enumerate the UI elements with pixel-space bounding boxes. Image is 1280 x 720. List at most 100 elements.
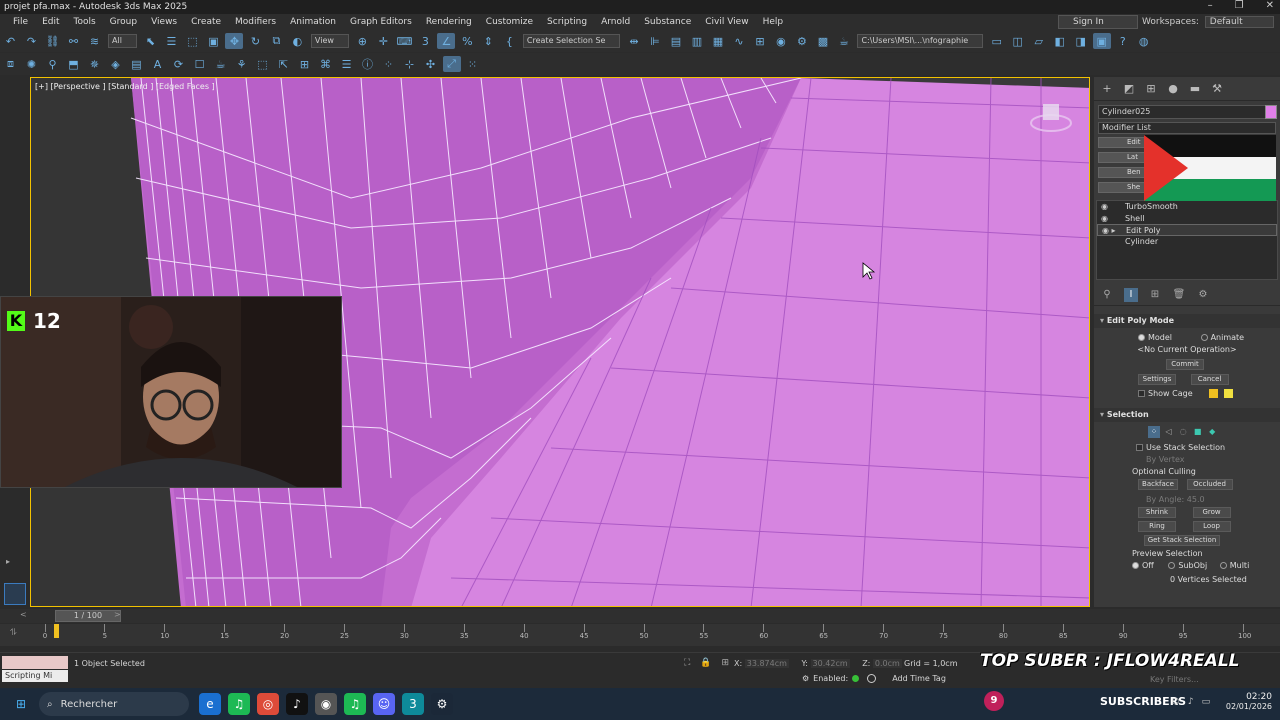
modifier-button-lattice[interactable]: Lat bbox=[1098, 152, 1148, 163]
autodesk-icon[interactable]: ◍ bbox=[1135, 33, 1153, 49]
commit-button[interactable]: Commit bbox=[1166, 359, 1204, 370]
snap-point-icon[interactable]: ⁘ bbox=[380, 56, 398, 72]
menu-edit[interactable]: Edit bbox=[35, 17, 66, 27]
maxscript-listener-pink[interactable] bbox=[2, 656, 68, 669]
key-filters-button[interactable]: Key Filters... bbox=[1150, 675, 1199, 684]
edge-mode-icon[interactable]: ◁ bbox=[1163, 426, 1175, 438]
create-light-icon[interactable]: ✺ bbox=[23, 56, 41, 72]
menu-file[interactable]: File bbox=[6, 17, 35, 27]
add-time-tag[interactable]: Add Time Tag bbox=[892, 674, 946, 683]
record-icon[interactable] bbox=[867, 674, 877, 683]
use-stack-selection-checkbox[interactable] bbox=[1136, 444, 1143, 451]
bind-space-warp-icon[interactable]: ≋ bbox=[86, 33, 104, 49]
scripting-mini-listener[interactable]: Scripting Mi bbox=[2, 670, 68, 682]
stack-item-edit-poly[interactable]: ◉ ▸ Edit Poly bbox=[1097, 224, 1277, 236]
helpers-icon[interactable]: ✵ bbox=[86, 56, 104, 72]
create-camera-icon[interactable]: ⬒ bbox=[65, 56, 83, 72]
steam-icon[interactable]: ⚙ bbox=[431, 693, 453, 715]
visibility-eye-icon[interactable]: ◉ bbox=[1101, 201, 1108, 212]
time-tag-icon[interactable]: ⚙ bbox=[802, 674, 809, 683]
spotify-2-icon[interactable]: ♫ bbox=[344, 693, 366, 715]
chrome-icon[interactable]: ◎ bbox=[257, 693, 279, 715]
cage-color-swatch-2[interactable] bbox=[1223, 389, 1233, 398]
modifier-button-shell[interactable]: She bbox=[1098, 182, 1148, 193]
text-tool-icon[interactable]: A bbox=[149, 56, 167, 72]
unlink-icon[interactable]: ⚯ bbox=[65, 33, 83, 49]
select-object-icon[interactable]: ⬉ bbox=[141, 33, 159, 49]
select-manipulate-icon[interactable]: ✛ bbox=[374, 33, 392, 49]
x-coordinate-field[interactable]: 33.874cm bbox=[744, 659, 789, 668]
close-button[interactable]: ✕ bbox=[1266, 0, 1274, 11]
network-icon[interactable]: ⌬ bbox=[1172, 697, 1180, 707]
ring-button[interactable]: Ring bbox=[1138, 521, 1176, 532]
modifier-button-edit[interactable]: Edit bbox=[1098, 137, 1148, 148]
info-icon[interactable]: ⓘ bbox=[359, 56, 377, 72]
selection-lock-icon[interactable]: 🔒 bbox=[700, 658, 711, 668]
get-stack-selection-button[interactable]: Get Stack Selection bbox=[1144, 535, 1220, 546]
track-bar-icon[interactable]: ⥮ bbox=[10, 628, 17, 638]
timeline-playhead[interactable] bbox=[54, 624, 59, 638]
tiktok-icon[interactable]: ♪ bbox=[286, 693, 308, 715]
menu-modifiers[interactable]: Modifiers bbox=[228, 17, 283, 27]
menu-views[interactable]: Views bbox=[144, 17, 184, 27]
viewport-preview-icon[interactable] bbox=[4, 583, 26, 605]
pin-stack-icon[interactable]: ⚲ bbox=[1100, 288, 1114, 302]
y-coordinate-field[interactable]: 30.42cm bbox=[810, 659, 850, 668]
render-production-icon[interactable]: ☕ bbox=[835, 33, 853, 49]
modify-tab-icon[interactable]: ◩ bbox=[1120, 81, 1138, 97]
animate-radio[interactable] bbox=[1200, 334, 1208, 341]
expand-icon[interactable]: ⤢ bbox=[442, 56, 461, 72]
backface-button[interactable]: Backface bbox=[1138, 479, 1178, 490]
preview-off-radio[interactable] bbox=[1132, 562, 1139, 569]
mirror-icon[interactable]: ⇹ bbox=[625, 33, 643, 49]
edit-poly-mode-header[interactable]: Edit Poly Mode bbox=[1094, 314, 1280, 328]
move-arrows-icon[interactable]: ✣ bbox=[422, 56, 440, 72]
stack-item-shell[interactable]: ◉ Shell bbox=[1097, 213, 1277, 225]
absolute-mode-icon[interactable]: ⊞ bbox=[722, 658, 730, 668]
spinner-snap-icon[interactable]: ⇕ bbox=[479, 33, 497, 49]
loop-button[interactable]: Loop bbox=[1192, 521, 1231, 532]
menu-help[interactable]: Help bbox=[756, 17, 791, 27]
menu-customize[interactable]: Customize bbox=[479, 17, 540, 27]
redo-icon[interactable]: ↷ bbox=[23, 33, 41, 49]
show-cage-checkbox[interactable] bbox=[1138, 390, 1145, 397]
visibility-eye-icon[interactable]: ◉ bbox=[1101, 213, 1108, 224]
workspaces-selector[interactable]: Workspaces: Default bbox=[1142, 15, 1274, 29]
modifier-list-dropdown[interactable]: Modifier List bbox=[1098, 122, 1276, 134]
hierarchy-tab-icon[interactable]: ⊞ bbox=[1142, 81, 1160, 97]
link-icon[interactable]: ⛓ bbox=[44, 33, 62, 49]
grid-icon[interactable]: ⊞ bbox=[296, 56, 314, 72]
angle-snap-icon[interactable]: ∠ bbox=[437, 33, 456, 49]
visibility-eye-icon[interactable]: ◉ ▸ bbox=[1102, 225, 1116, 236]
discord-icon[interactable]: ☺ bbox=[373, 693, 395, 715]
help-icon[interactable]: ? bbox=[1114, 33, 1132, 49]
select-and-place-icon[interactable]: ◐ bbox=[288, 33, 306, 49]
rectangular-selection-icon[interactable]: ⬚ bbox=[183, 33, 201, 49]
vertex-mode-icon[interactable]: ⁘ bbox=[1148, 426, 1160, 438]
menu-group[interactable]: Group bbox=[103, 17, 144, 27]
viewport-shading-icon[interactable]: ☐ bbox=[191, 56, 209, 72]
toggle-ribbon-icon[interactable]: ▦ bbox=[709, 33, 727, 49]
menu-graph-editors[interactable]: Graph Editors bbox=[343, 17, 419, 27]
keyboard-shortcut-icon[interactable]: ⌨ bbox=[395, 33, 413, 49]
stack-item-cylinder[interactable]: Cylinder bbox=[1097, 236, 1277, 248]
modifier-button-bend[interactable]: Ben bbox=[1098, 167, 1148, 178]
schematic-view-icon[interactable]: ⊞ bbox=[751, 33, 769, 49]
edge-browser-icon[interactable]: e bbox=[199, 693, 221, 715]
maximize-button[interactable]: ❐ bbox=[1235, 0, 1244, 11]
reference-coordinate-dropdown[interactable]: View bbox=[310, 34, 349, 48]
material-editor-icon[interactable]: ◉ bbox=[772, 33, 790, 49]
border-mode-icon[interactable]: ◌ bbox=[1177, 426, 1189, 438]
window-crossing-icon[interactable]: ▣ bbox=[204, 33, 222, 49]
configure-modifier-sets-icon[interactable]: ⚙ bbox=[1196, 288, 1210, 302]
minimize-button[interactable]: – bbox=[1208, 0, 1213, 11]
view-cube-icon[interactable]: ⌘ bbox=[317, 56, 335, 72]
render-icon[interactable]: ⟳ bbox=[170, 56, 188, 72]
taskbar-search-box[interactable]: ⌕ Rechercher bbox=[39, 692, 189, 716]
viewport-label[interactable]: [+] [Perspective ] [Standard ] [Edged Fa… bbox=[35, 82, 215, 91]
material-browser-icon[interactable]: ▤ bbox=[128, 56, 146, 72]
select-and-move-icon[interactable]: ✥ bbox=[225, 33, 244, 49]
asset-tracking-icon[interactable]: ◫ bbox=[1009, 33, 1027, 49]
arnold-icon[interactable]: ◧ bbox=[1051, 33, 1069, 49]
cancel-button[interactable]: Cancel bbox=[1190, 374, 1229, 385]
